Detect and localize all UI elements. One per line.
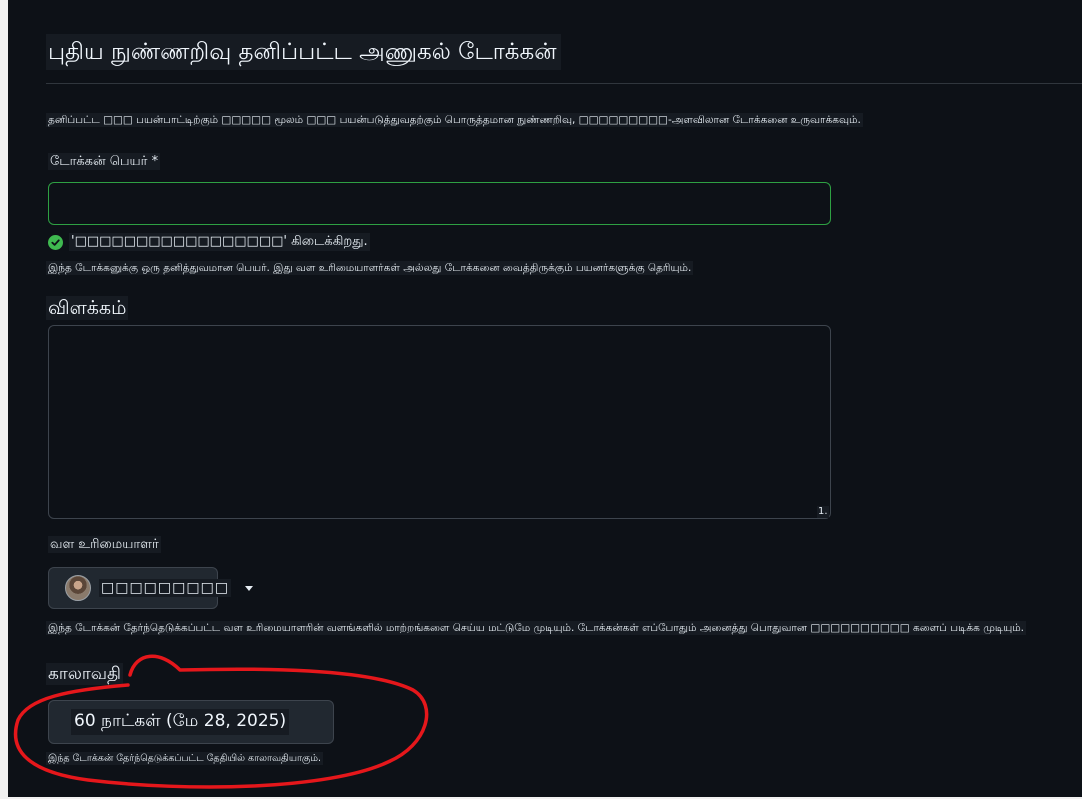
caret-down-icon [245,585,254,591]
page-frame: புதிய நுண்ணறிவு தனிப்பட்ட அணுகல் டோக்கன்… [0,0,1082,799]
page-title: புதிய நுண்ணறிவு தனிப்பட்ட அணுகல் டோக்கன் [46,34,561,70]
token-name-help: இந்த டோக்கனுக்கு ஒரு தனித்துவமான பெயர். … [46,261,694,275]
availability-text: '□□□□□□□□□□□□□□□□□' கிடைக்கிறது. [69,233,370,251]
expiration-help: இந்த டோக்கன் தேர்ந்தெடுக்கப்பட்ட தேதியில… [46,752,323,765]
page-intro: தனிப்பட்ட □□□ பயன்பாட்டிற்கும் □□□□□ மூல… [46,113,863,127]
resource-owner-help: இந்த டோக்கன் தேர்ந்தெடுக்கப்பட்ட வள உரிம… [46,621,1027,635]
token-name-label: டோக்கன் பெயர் * [48,153,161,170]
avatar [65,575,91,601]
resource-owner-name: □□□□□□□□□ [99,579,232,597]
availability-message: '□□□□□□□□□□□□□□□□□' கிடைக்கிறது. [48,232,370,252]
textarea-resize-handle[interactable]: 1. [817,506,829,518]
check-circle-icon [48,234,63,250]
resource-owner-label: வள உரிமையாளர் [48,536,161,553]
expiration-select[interactable]: 60 நாட்கள் (மே 28, 2025) [48,700,334,744]
resource-owner-dropdown[interactable]: □□□□□□□□□ [48,567,254,609]
title-divider [46,83,1082,84]
expiration-heading: காலாவதி [46,663,123,685]
token-name-input[interactable] [48,182,831,225]
description-heading: விளக்கம் [46,296,129,320]
expiration-value: 60 நாட்கள் (மே 28, 2025) [71,709,290,735]
description-textarea[interactable] [48,325,831,519]
